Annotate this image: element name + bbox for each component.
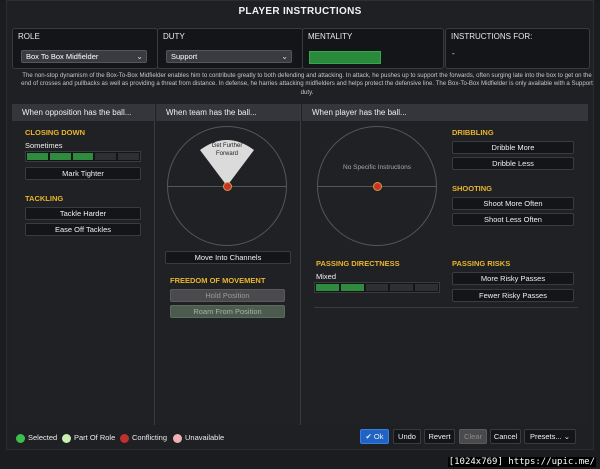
roam-from-position-button[interactable]: Roam From Position [170,305,285,318]
get-further-forward-label: Get Further Forward [211,143,243,157]
legend-conflicting: Conflicting [120,433,167,443]
team-ball-panel: When team has the ball... Get Further Fo… [156,104,301,425]
section-divider [314,307,578,308]
shoot-less-often-button[interactable]: Shoot Less Often [452,213,574,226]
selected-dot-icon [16,433,25,443]
mentality-label: MENTALITY [308,32,353,41]
meter-segment [118,153,139,160]
legend-unavailable: Unavailable [173,433,224,443]
duty-dropdown[interactable]: Support ⌄ [166,50,292,63]
shoot-more-often-button[interactable]: Shoot More Often [452,197,574,210]
closing-down-value: Sometimes [25,141,63,150]
more-risky-passes-button[interactable]: More Risky Passes [452,272,574,285]
ease-off-tackles-button[interactable]: Ease Off Tackles [25,223,141,236]
unavailable-dot-icon [173,433,182,443]
mark-tighter-button[interactable]: Mark Tighter [25,167,141,180]
meter-segment [390,284,414,291]
freedom-of-movement-title: FREEDOM OF MOVEMENT [170,276,266,285]
ok-button[interactable]: ✔ Ok [360,429,389,444]
chevron-down-icon: ⌄ [136,52,143,61]
opposition-panel: When opposition has the ball... CLOSING … [12,104,155,425]
player-ball-panel: When player has the ball... No Specific … [302,104,588,425]
cancel-button[interactable]: Cancel [490,429,521,444]
duty-box: DUTY Support ⌄ [157,28,303,69]
mentality-bar [309,51,381,64]
role-value: Box To Box Midfielder [26,52,99,61]
passing-directness-meter[interactable] [314,282,440,293]
meter-segment [27,153,48,160]
no-specific-instructions-label: No Specific Instructions [343,164,411,171]
duty-value: Support [171,52,198,61]
meter-segment [95,153,117,160]
chevron-down-icon: ⌄ [281,52,288,61]
window-title: PLAYER INSTRUCTIONS [238,6,362,17]
legend-part-of-role: Part Of Role [62,433,115,443]
part-of-role-dot-icon [62,433,71,443]
chevron-down-icon: ⌄ [563,432,571,441]
legend-selected: Selected [16,433,57,443]
player-ball-header: When player has the ball... [302,104,588,121]
meter-segment [365,284,389,291]
meter-segment [49,153,71,160]
role-box: ROLE Box To Box Midfielder ⌄ [12,28,158,69]
opposition-header: When opposition has the ball... [12,104,154,121]
meter-segment [316,284,339,291]
hold-position-button[interactable]: Hold Position [170,289,285,302]
fewer-risky-passes-button[interactable]: Fewer Risky Passes [452,289,574,302]
meter-segment [72,153,94,160]
closing-down-meter[interactable] [25,151,141,162]
dribble-less-button[interactable]: Dribble Less [452,157,574,170]
tackle-harder-button[interactable]: Tackle Harder [25,207,141,220]
passing-directness-title: PASSING DIRECTNESS [316,259,400,268]
instructions-for-label: INSTRUCTIONS FOR: [451,32,533,41]
instructions-for-box: INSTRUCTIONS FOR: - [445,28,590,69]
forward-cone-graphic[interactable] [156,104,301,244]
passing-directness-value: Mixed [316,272,337,281]
role-dropdown[interactable]: Box To Box Midfielder ⌄ [21,50,147,63]
checkmark-icon: ✔ [365,432,372,441]
footer-bar: Selected Part Of Role Conflicting Unavai… [0,427,600,449]
closing-down-title: CLOSING DOWN [25,128,85,137]
meter-segment [415,284,438,291]
conflicting-dot-icon [120,433,129,443]
mentality-box: MENTALITY [302,28,444,69]
role-label: ROLE [18,32,40,41]
revert-button[interactable]: Revert [424,429,455,444]
player-position-dot [373,182,382,191]
move-into-channels-button[interactable]: Move Into Channels [165,251,291,264]
shooting-title: SHOOTING [452,184,493,193]
presets-button[interactable]: Presets... ⌄ [524,429,576,444]
duty-label: DUTY [163,32,185,41]
instructions-for-value: - [452,49,455,58]
meter-segment [340,284,364,291]
undo-button[interactable]: Undo [393,429,421,444]
watermark: [1024x769] https://upic.me/ [447,457,596,467]
dribbling-title: DRIBBLING [452,128,494,137]
clear-button[interactable]: Clear [459,429,487,444]
player-position-dot [223,182,232,191]
instruction-panels: When opposition has the ball... CLOSING … [12,104,588,425]
passing-risks-title: PASSING RISKS [452,259,511,268]
tackling-title: TACKLING [25,194,64,203]
role-description: The non-stop dynamism of the Box-To-Box … [21,72,593,96]
dribble-more-button[interactable]: Dribble More [452,141,574,154]
